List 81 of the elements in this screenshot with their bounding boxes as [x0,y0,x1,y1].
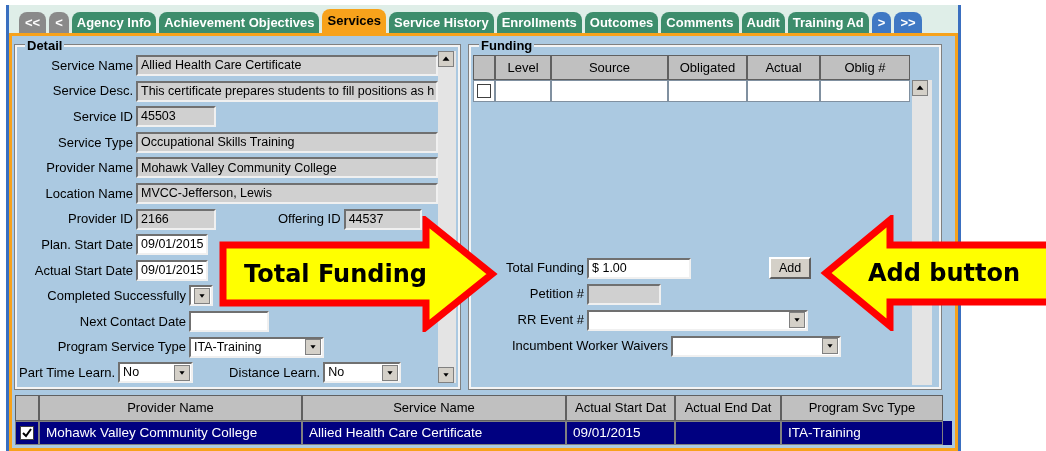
field-label: Service Name [50,56,134,75]
field-label: Offering ID [278,210,342,229]
column-header: Source [551,55,668,80]
tab[interactable]: Achievement Objectives [159,12,320,33]
dropdown-field[interactable]: No [118,362,194,384]
table-cell: 09/01/2015 [566,421,675,445]
column-header: Actual [747,55,820,80]
scroll-up-button[interactable] [438,51,454,67]
read-only-field[interactable]: 45503 [136,106,216,128]
field-label: Incumbent Worker Waivers [510,337,669,356]
field-label: Service Type [57,133,134,152]
callout-label: Total Funding [244,259,427,289]
field-label: Location Name [44,184,134,203]
field-label: Completed Successfully [46,287,187,306]
read-only-field[interactable]: Occupational Skills Training [136,131,438,153]
read-only-field[interactable]: MVCC-Jefferson, Lewis [136,182,438,204]
caret-icon [822,338,838,354]
field-label: Distance Learn. [229,363,322,382]
dropdown-field[interactable]: ITA-Training [189,336,324,358]
tab[interactable]: Services [322,9,386,33]
column-header: Actual Start Dat [566,395,675,421]
tab[interactable]: Audit [741,12,785,33]
field-label: Provider Name [45,159,134,178]
field-label: Provider ID [66,210,134,229]
checkbox[interactable] [477,84,491,98]
input-field[interactable]: 09/01/2015 [136,234,208,256]
caret-icon [789,312,805,328]
column-header [473,55,495,80]
field-label: Next Contact Date [78,312,187,331]
scroll-down-button[interactable] [438,367,454,383]
tab[interactable]: Training Ad [787,12,869,33]
column-header: Service Name [302,395,566,421]
input-field[interactable]: 09/01/2015 [136,259,208,281]
tab[interactable]: Agency Info [71,12,157,33]
field-label: RR Event # [516,311,585,330]
caret-icon [382,364,399,381]
caret-icon [305,339,321,356]
field-label: Program Service Type [56,338,187,357]
column-header: Level [495,55,551,80]
column-header: Provider Name [39,395,302,421]
column-header [15,395,39,421]
field-label: Service ID [72,107,134,126]
group-title: Funding [479,38,535,54]
scroll-up-button[interactable] [912,80,928,96]
tab[interactable]: Outcomes [584,12,659,33]
field-label: Plan. Start Date [40,235,134,254]
caret-icon [194,287,210,304]
column-header: Actual End Dat [675,395,781,421]
read-only-field[interactable] [587,283,661,305]
input-field[interactable]: $ 1.00 [587,257,691,279]
add-button[interactable]: Add [769,257,812,279]
table-row[interactable]: Mohawk Valley Community College Allied Health Care Certificate 09/01/2015 ITA-Training [15,421,952,445]
tab[interactable]: Service History [389,12,494,33]
tab[interactable]: Comments [661,12,739,33]
column-header: Program Svc Type [781,395,943,421]
callout-label: Add button [868,258,1021,288]
tab-scroll-button[interactable]: >> [894,12,922,33]
table-cell: Mohawk Valley Community College [39,421,302,445]
read-only-field[interactable]: 44537 [343,208,422,230]
read-only-field[interactable]: Allied Health Care Certificate [136,55,438,76]
table-cell: ITA-Training [781,421,943,445]
field-label: Petition # [528,285,585,304]
field-label: Service Desc. [51,82,134,101]
field-label: Total Funding [504,259,585,278]
column-header: Oblig # [820,55,910,80]
column-header: Obligated [668,55,747,80]
read-only-field[interactable]: Mohawk Valley Community College [136,157,438,179]
table-cell: Allied Health Care Certificate [302,421,566,445]
dropdown-field[interactable] [671,335,841,357]
checkbox[interactable] [20,426,34,440]
dropdown-field[interactable]: No [323,362,402,384]
dropdown-field[interactable] [189,285,213,307]
field-label: Part Time Learn. [19,363,117,382]
tab-scroll-button[interactable]: > [871,12,892,33]
tab[interactable]: Enrollments [496,12,582,33]
input-field[interactable] [189,310,269,332]
read-only-field[interactable]: 2166 [136,208,216,230]
dropdown-field[interactable] [587,309,808,331]
read-only-field[interactable]: This certificate prepares students to fill positions as h [136,80,438,102]
field-label: Actual Start Date [33,261,134,280]
caret-icon [174,364,191,381]
